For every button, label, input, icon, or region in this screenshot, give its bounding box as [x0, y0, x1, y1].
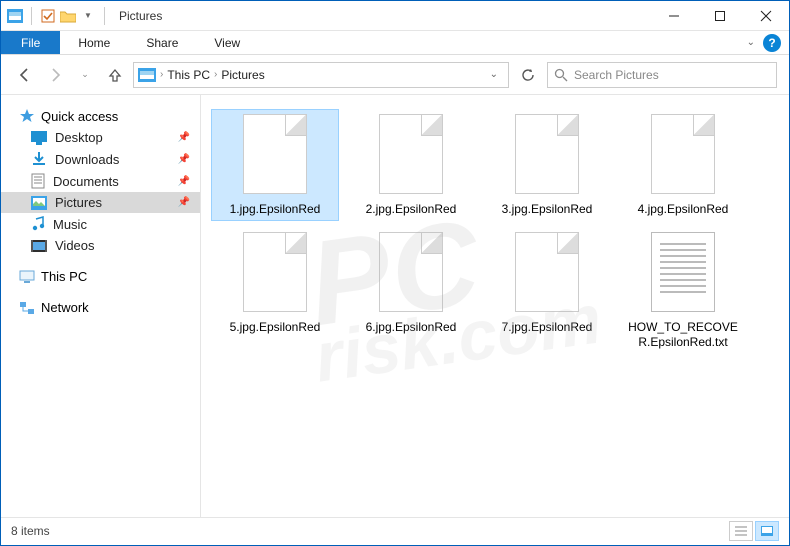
file-name: 5.jpg.EpsilonRed	[230, 320, 321, 334]
maximize-button[interactable]	[697, 1, 743, 31]
view-tab[interactable]: View	[196, 31, 258, 54]
file-name: 1.jpg.EpsilonRed	[230, 202, 321, 216]
file-icon	[235, 232, 315, 316]
sidebar-item-videos[interactable]: Videos	[1, 235, 200, 256]
file-name: 4.jpg.EpsilonRed	[638, 202, 729, 216]
file-icon	[235, 114, 315, 198]
file-icon	[643, 114, 723, 198]
file-item[interactable]: 4.jpg.EpsilonRed	[619, 109, 747, 221]
forward-button[interactable]	[43, 63, 67, 87]
ribbon-expand-icon[interactable]: ⌄	[747, 37, 755, 48]
home-tab[interactable]: Home	[60, 31, 128, 54]
window-icon	[7, 8, 23, 24]
pin-icon: 📌	[178, 154, 190, 165]
file-name: 2.jpg.EpsilonRed	[366, 202, 457, 216]
file-icon	[507, 232, 587, 316]
downloads-icon	[31, 151, 47, 167]
close-button[interactable]	[743, 1, 789, 31]
star-icon	[19, 108, 35, 124]
sidebar-this-pc[interactable]: This PC	[1, 266, 200, 287]
address-bar[interactable]: › This PC › Pictures ⌄	[133, 62, 509, 88]
quick-access-group[interactable]: Quick access	[1, 105, 200, 127]
file-icon	[371, 232, 451, 316]
file-item[interactable]: 1.jpg.EpsilonRed	[211, 109, 339, 221]
sidebar-item-music[interactable]: Music	[1, 213, 200, 235]
ribbon: File Home Share View ⌄ ?	[1, 31, 789, 55]
search-placeholder: Search Pictures	[574, 68, 659, 82]
videos-icon	[31, 240, 47, 252]
navigation-pane: Quick access Desktop 📌 Downloads 📌 Docum…	[1, 95, 201, 517]
desktop-icon	[31, 131, 47, 145]
pictures-icon	[31, 196, 47, 210]
large-icons-view-button[interactable]	[755, 521, 779, 541]
chevron-right-icon[interactable]: ›	[160, 69, 163, 80]
titlebar: ▼ Pictures	[1, 1, 789, 31]
breadcrumb-segment[interactable]: Pictures	[221, 68, 264, 82]
network-icon	[19, 301, 35, 315]
content-area: Quick access Desktop 📌 Downloads 📌 Docum…	[1, 95, 789, 517]
file-item[interactable]: 5.jpg.EpsilonRed	[211, 227, 339, 354]
music-icon	[31, 216, 45, 232]
window-controls	[651, 1, 789, 31]
breadcrumb-segment[interactable]: This PC	[167, 68, 210, 82]
file-item[interactable]: HOW_TO_RECOVER.EpsilonRed.txt	[619, 227, 747, 354]
file-name: 6.jpg.EpsilonRed	[366, 320, 457, 334]
sidebar-item-desktop[interactable]: Desktop 📌	[1, 127, 200, 148]
details-view-button[interactable]	[729, 521, 753, 541]
pin-icon: 📌	[178, 176, 190, 187]
documents-icon	[31, 173, 45, 189]
minimize-button[interactable]	[651, 1, 697, 31]
recent-locations-button[interactable]: ⌄	[73, 63, 97, 87]
location-icon	[138, 68, 156, 82]
address-dropdown-icon[interactable]: ⌄	[484, 69, 504, 80]
status-bar: 8 items	[1, 517, 789, 543]
search-icon	[554, 68, 568, 82]
qat-dropdown-icon[interactable]: ▼	[80, 8, 96, 24]
separator	[31, 7, 32, 25]
sidebar-item-downloads[interactable]: Downloads 📌	[1, 148, 200, 170]
help-icon[interactable]: ?	[763, 34, 781, 52]
back-button[interactable]	[13, 63, 37, 87]
file-tab[interactable]: File	[1, 31, 60, 54]
separator	[104, 7, 105, 25]
file-item[interactable]: 2.jpg.EpsilonRed	[347, 109, 475, 221]
file-item[interactable]: 7.jpg.EpsilonRed	[483, 227, 611, 354]
quick-access-toolbar: ▼ Pictures	[7, 7, 162, 25]
share-tab[interactable]: Share	[128, 31, 196, 54]
up-button[interactable]	[103, 63, 127, 87]
pin-icon: 📌	[178, 132, 190, 143]
files-pane[interactable]: 1.jpg.EpsilonRed 2.jpg.EpsilonRed 3.jpg.Ep…	[201, 95, 789, 517]
text-file-icon	[643, 232, 723, 316]
file-name: HOW_TO_RECOVER.EpsilonRed.txt	[624, 320, 742, 349]
refresh-button[interactable]	[515, 62, 541, 88]
file-name: 3.jpg.EpsilonRed	[502, 202, 593, 216]
new-folder-icon[interactable]	[60, 8, 76, 24]
search-input[interactable]: Search Pictures	[547, 62, 777, 88]
window-title: Pictures	[119, 9, 162, 23]
file-name: 7.jpg.EpsilonRed	[502, 320, 593, 334]
file-icon	[371, 114, 451, 198]
sidebar-item-pictures[interactable]: Pictures 📌	[1, 192, 200, 213]
file-item[interactable]: 3.jpg.EpsilonRed	[483, 109, 611, 221]
sidebar-item-documents[interactable]: Documents 📌	[1, 170, 200, 192]
chevron-right-icon[interactable]: ›	[214, 69, 217, 80]
pin-icon: 📌	[178, 197, 190, 208]
item-count: 8 items	[11, 524, 50, 538]
navigation-bar: ⌄ › This PC › Pictures ⌄ Search Pictures	[1, 55, 789, 95]
file-icon	[507, 114, 587, 198]
properties-icon[interactable]	[40, 8, 56, 24]
sidebar-network[interactable]: Network	[1, 297, 200, 318]
this-pc-icon	[19, 270, 35, 284]
file-item[interactable]: 6.jpg.EpsilonRed	[347, 227, 475, 354]
